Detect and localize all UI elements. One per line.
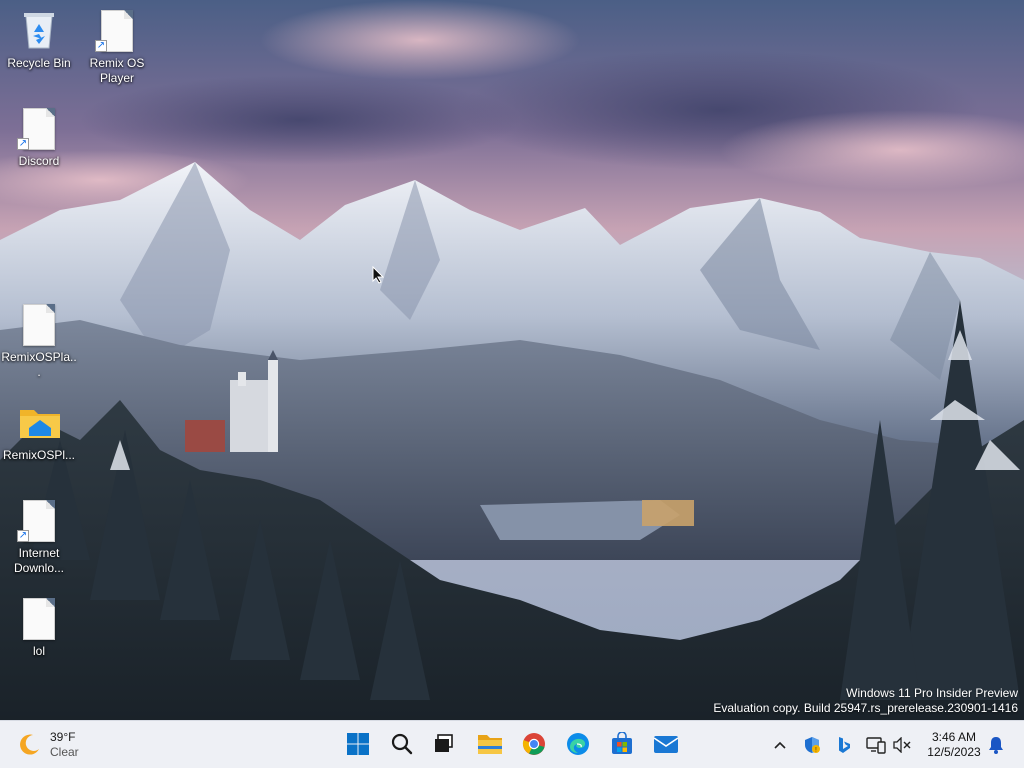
mail-icon bbox=[653, 736, 679, 753]
desktop-icon-label: Remix OS Player bbox=[89, 56, 145, 85]
recycle-bin-icon bbox=[24, 13, 54, 49]
volume-muted-icon[interactable] bbox=[892, 735, 912, 755]
task-view-button[interactable] bbox=[428, 728, 460, 760]
bing-icon[interactable] bbox=[834, 735, 854, 755]
security-shield-icon[interactable]: ! bbox=[802, 735, 822, 755]
chrome-button[interactable] bbox=[518, 728, 550, 760]
desktop-icon-discord[interactable]: ↗ Discord bbox=[0, 106, 78, 169]
taskbar: 39°F Clear ! 3:46 AM 12/5/2023 bbox=[0, 720, 1024, 768]
search-icon bbox=[391, 733, 413, 755]
weather-condition: Clear bbox=[50, 745, 79, 759]
desktop-icon-remix-os-player[interactable]: ↗ Remix OS Player bbox=[78, 8, 156, 86]
clock[interactable]: 3:46 AM 12/5/2023 bbox=[922, 730, 986, 760]
watermark-build: Evaluation copy. Build 25947.rs_prerelea… bbox=[713, 701, 1018, 715]
clock-time: 3:46 AM bbox=[931, 730, 977, 744]
desktop-icon-label: RemixOSPla... bbox=[1, 350, 77, 379]
mail-button[interactable] bbox=[650, 728, 682, 760]
shortcut-arrow-icon: ↗ bbox=[17, 138, 29, 150]
desktop-icon-remixospla[interactable]: RemixOSPla... bbox=[0, 302, 78, 380]
desktop-icon-remixospl-folder[interactable]: RemixOSPl... bbox=[0, 400, 78, 463]
desktop-icon-label: RemixOSPl... bbox=[2, 448, 75, 462]
desktop-icon-label: lol bbox=[32, 644, 45, 658]
desktop-icon-internet-download[interactable]: ↗ Internet Downlo... bbox=[0, 498, 78, 576]
moon-weather-icon bbox=[20, 734, 39, 755]
search-button[interactable] bbox=[386, 728, 418, 760]
desktop-icon-recycle-bin[interactable]: Recycle Bin bbox=[0, 8, 78, 71]
microsoft-store-button[interactable] bbox=[606, 728, 638, 760]
folder-icon bbox=[20, 410, 60, 438]
file-icon bbox=[23, 304, 55, 346]
desktop-icon-lol[interactable]: lol bbox=[0, 596, 78, 659]
file-icon bbox=[23, 598, 55, 640]
watermark-edition: Windows 11 Pro Insider Preview bbox=[846, 686, 1018, 700]
weather-widget[interactable]: 39°F Clear bbox=[16, 727, 79, 763]
mouse-cursor-icon bbox=[372, 266, 384, 284]
start-button[interactable] bbox=[342, 728, 374, 760]
desktop-wallpaper bbox=[0, 0, 1024, 720]
windows-watermark: Windows 11 Pro Insider Preview Evaluatio… bbox=[713, 686, 1018, 716]
edge-button[interactable] bbox=[562, 728, 594, 760]
show-hidden-icons-chevron-icon[interactable] bbox=[770, 735, 790, 755]
chrome-icon bbox=[522, 733, 545, 755]
desktop-icon-label: Recycle Bin bbox=[7, 56, 71, 70]
weather-temperature: 39°F bbox=[50, 730, 76, 744]
desktop-icon-label: Internet Downlo... bbox=[13, 546, 65, 575]
store-icon bbox=[612, 732, 632, 754]
edge-icon bbox=[567, 733, 589, 755]
shortcut-arrow-icon: ↗ bbox=[95, 40, 107, 52]
task-view-icon bbox=[435, 734, 453, 752]
network-icon[interactable] bbox=[866, 735, 886, 755]
windows-logo-icon bbox=[347, 733, 369, 755]
folder-icon bbox=[478, 735, 502, 754]
shortcut-arrow-icon: ↗ bbox=[17, 530, 29, 542]
clock-date: 12/5/2023 bbox=[927, 745, 981, 759]
file-explorer-button[interactable] bbox=[474, 728, 506, 760]
desktop-icon-label: Discord bbox=[18, 154, 60, 168]
notification-bell-icon[interactable] bbox=[986, 735, 1006, 755]
